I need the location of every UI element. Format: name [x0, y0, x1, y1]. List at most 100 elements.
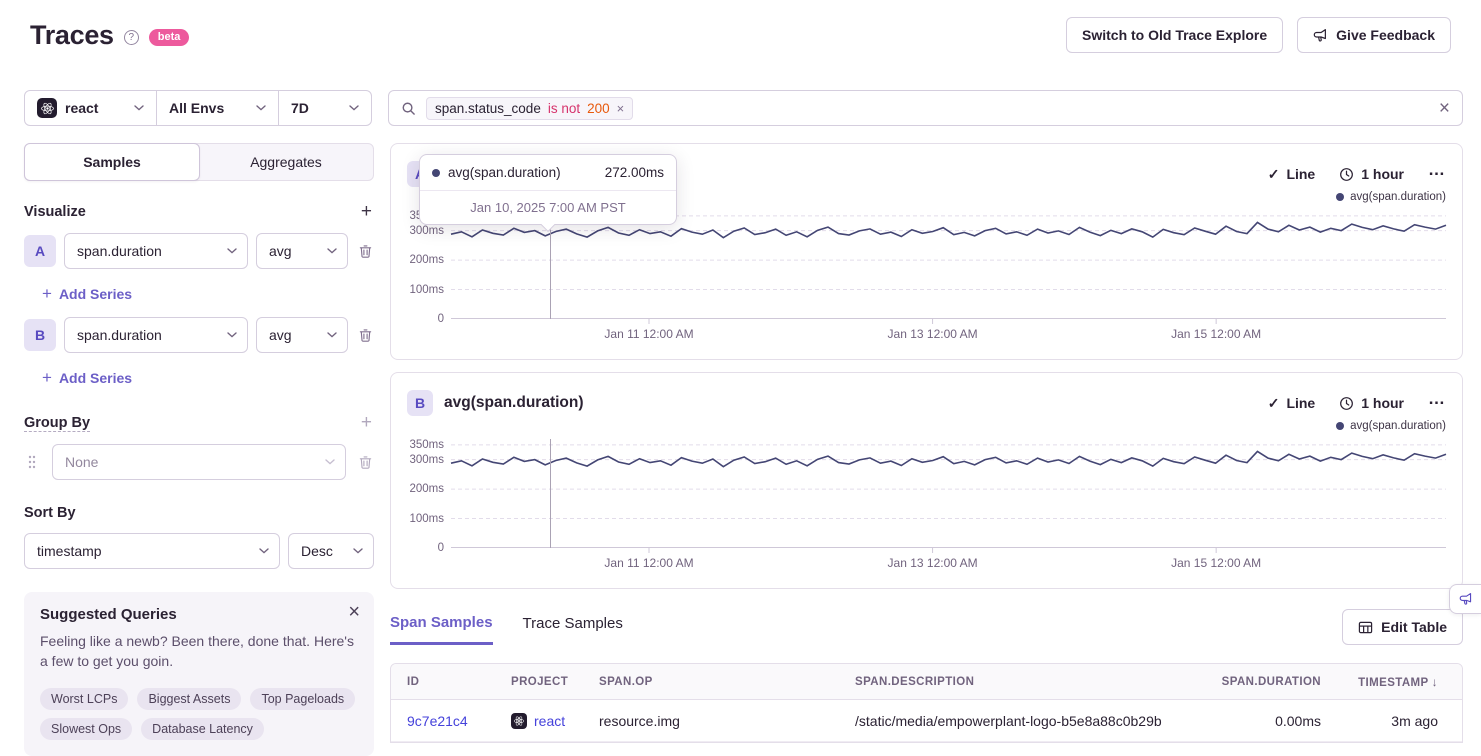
panel-b-title: avg(span.duration) — [444, 394, 584, 412]
environment-selector[interactable]: All Envs — [156, 90, 279, 126]
clear-search-icon[interactable]: × — [1439, 99, 1450, 118]
chevron-down-icon — [327, 332, 337, 338]
search-filter-token[interactable]: span.status_code is not 200 × — [426, 97, 633, 120]
add-series-link-2[interactable]: + Add Series — [42, 368, 132, 388]
interval-selector[interactable]: 1 hour — [1339, 166, 1404, 182]
clock-icon — [1339, 167, 1354, 182]
project-link[interactable]: react — [534, 713, 565, 729]
x-tick-label: Jan 15 12:00 AM — [1171, 556, 1261, 570]
series-badge-a: A — [24, 235, 56, 267]
column-header-span-duration[interactable]: SPAN.DURATION — [1209, 676, 1329, 688]
tab-aggregates[interactable]: Aggregates — [199, 144, 373, 180]
search-icon — [401, 101, 416, 116]
chart-type-selector[interactable]: ✓ Line — [1268, 166, 1316, 183]
suggested-query-pill[interactable]: Top Pageloads — [250, 688, 355, 710]
page-title: Traces — [30, 20, 114, 51]
chart-type-label: Line — [1286, 395, 1315, 411]
column-header-span-op[interactable]: SPAN.OP — [599, 676, 855, 688]
feedback-widget-button[interactable] — [1449, 584, 1481, 614]
remove-filter-icon[interactable]: × — [617, 101, 625, 116]
column-header-timestamp[interactable]: TIMESTAMP↓ — [1329, 675, 1446, 689]
edit-table-button[interactable]: Edit Table — [1342, 609, 1463, 645]
span-id-link[interactable]: 9c7e21c4 — [407, 713, 511, 729]
x-tick-label: Jan 11 12:00 AM — [604, 556, 693, 570]
date-range-label: 7D — [291, 100, 309, 116]
panel-b-badge: B — [407, 390, 433, 416]
y-tick-label: 300ms — [409, 225, 444, 237]
x-tick-label: Jan 15 12:00 AM — [1171, 327, 1261, 341]
delete-series-a-icon[interactable] — [356, 244, 374, 259]
y-tick-label: 100ms — [409, 284, 444, 296]
help-icon[interactable]: ? — [124, 30, 139, 45]
chart-area-b: 350ms300ms200ms100ms0 Jan 11 12:00 AMJan… — [407, 439, 1446, 574]
column-header-project[interactable]: PROJECT — [511, 676, 599, 688]
column-header-span-description[interactable]: SPAN.DESCRIPTION — [855, 676, 1209, 688]
tab-trace-samples[interactable]: Trace Samples — [523, 615, 623, 643]
span-samples-table: ID PROJECT SPAN.OP SPAN.DESCRIPTION SPAN… — [390, 663, 1463, 743]
chevron-down-icon — [256, 105, 266, 111]
plus-icon: + — [42, 284, 52, 304]
more-options-icon[interactable]: … — [1428, 396, 1446, 411]
suggested-queries-body: Feeling like a newb? Been there, done th… — [40, 631, 358, 672]
add-series-link-1[interactable]: + Add Series — [42, 284, 132, 304]
chart-plot[interactable] — [451, 439, 1446, 548]
suggested-query-pill[interactable]: Slowest Ops — [40, 718, 132, 740]
sort-field-select[interactable]: timestamp — [24, 533, 280, 569]
trace-search-input[interactable]: span.status_code is not 200 × × — [388, 90, 1463, 126]
sort-direction-select[interactable]: Desc — [288, 533, 374, 569]
app-header: Traces ? beta Switch to Old Trace Explor… — [0, 0, 1481, 68]
edit-table-label: Edit Table — [1381, 619, 1447, 635]
chevron-down-icon — [327, 248, 337, 254]
react-project-icon — [37, 98, 57, 118]
chart-type-selector[interactable]: ✓ Line — [1268, 395, 1316, 412]
x-axis: Jan 11 12:00 AMJan 13 12:00 AMJan 15 12:… — [451, 556, 1446, 574]
close-icon[interactable]: × — [348, 602, 360, 622]
series-b-aggregate-select[interactable]: avg — [256, 317, 348, 353]
tooltip-series-dot — [432, 169, 440, 177]
timestamp-cell: 3m ago — [1329, 713, 1446, 729]
project-selector[interactable]: react — [24, 90, 157, 126]
timestamp-header-label: TIMESTAMP — [1358, 677, 1428, 689]
y-tick-label: 350ms — [409, 439, 444, 451]
tooltip-value: 272.00ms — [605, 165, 664, 180]
suggested-query-pill[interactable]: Biggest Assets — [137, 688, 241, 710]
chart-panel-b: B avg(span.duration) ✓ Line 1 hour … avg — [390, 372, 1463, 589]
give-feedback-button[interactable]: Give Feedback — [1297, 17, 1451, 53]
drag-handle-icon[interactable] — [28, 455, 42, 469]
check-icon: ✓ — [1268, 395, 1280, 412]
switch-old-trace-explore-button[interactable]: Switch to Old Trace Explore — [1066, 17, 1283, 53]
environment-selector-label: All Envs — [169, 100, 224, 116]
suggested-queries-title: Suggested Queries — [40, 606, 358, 623]
x-tick-label: Jan 11 12:00 AM — [604, 327, 693, 341]
delete-group-by-icon[interactable] — [356, 455, 374, 470]
y-tick-label: 0 — [438, 313, 444, 325]
chart-plot[interactable] — [451, 210, 1446, 319]
sort-by-label: Sort By — [24, 505, 76, 521]
add-group-by-icon[interactable]: + — [359, 413, 374, 432]
react-project-icon — [511, 713, 527, 729]
give-feedback-label: Give Feedback — [1336, 27, 1435, 43]
interval-selector[interactable]: 1 hour — [1339, 395, 1404, 411]
y-tick-label: 300ms — [409, 454, 444, 466]
project-cell: react — [511, 713, 599, 729]
legend-dot — [1336, 422, 1344, 430]
add-visualize-icon[interactable]: + — [359, 202, 374, 221]
y-axis: 350ms300ms200ms100ms0 — [407, 439, 451, 548]
y-tick-label: 200ms — [409, 254, 444, 266]
suggested-query-pill[interactable]: Database Latency — [141, 718, 264, 740]
more-options-icon[interactable]: … — [1428, 167, 1446, 182]
tab-span-samples[interactable]: Span Samples — [390, 614, 493, 645]
tab-samples[interactable]: Samples — [24, 143, 200, 181]
table-row[interactable]: 9c7e21c4 react resource.img /static/medi… — [391, 700, 1462, 742]
series-a-field-select[interactable]: span.duration — [64, 233, 248, 269]
date-range-selector[interactable]: 7D — [278, 90, 372, 126]
delete-series-b-icon[interactable] — [356, 328, 374, 343]
chart-svg — [451, 439, 1446, 548]
series-b-aggregate-value: avg — [269, 327, 292, 343]
series-a-aggregate-select[interactable]: avg — [256, 233, 348, 269]
group-by-select[interactable]: None — [52, 444, 346, 480]
column-header-id[interactable]: ID — [407, 676, 511, 688]
suggested-query-pill[interactable]: Worst LCPs — [40, 688, 128, 710]
series-b-field-select[interactable]: span.duration — [64, 317, 248, 353]
beta-badge: beta — [149, 29, 190, 46]
